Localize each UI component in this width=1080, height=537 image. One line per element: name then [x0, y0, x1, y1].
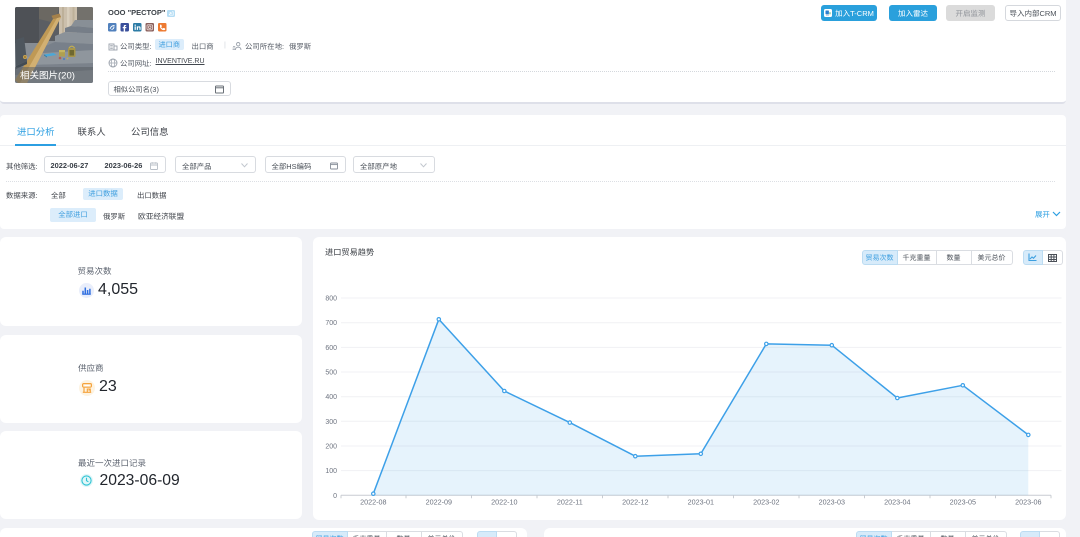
- svg-text:2022-09: 2022-09: [426, 498, 452, 507]
- svg-text:700: 700: [325, 320, 337, 327]
- svg-text:2023-03: 2023-03: [819, 498, 845, 507]
- svg-text:相关图片(20): 相关图片(20): [20, 68, 75, 82]
- svg-text:800: 800: [325, 296, 337, 303]
- svg-text:100: 100: [325, 468, 337, 475]
- svg-text:2023-01: 2023-01: [688, 498, 714, 507]
- svg-text:2022-08: 2022-08: [360, 498, 386, 507]
- svg-text:200: 200: [325, 444, 337, 451]
- svg-text:2023-02: 2023-02: [753, 498, 779, 507]
- svg-text:300: 300: [325, 419, 337, 426]
- svg-text:400: 400: [325, 394, 337, 401]
- svg-text:500: 500: [325, 370, 337, 377]
- svg-text:600: 600: [325, 345, 337, 352]
- svg-text:2022-12: 2022-12: [622, 498, 648, 507]
- svg-text:2022-11: 2022-11: [557, 498, 583, 507]
- svg-text:2022-10: 2022-10: [491, 498, 517, 507]
- svg-text:2023-04: 2023-04: [884, 498, 910, 507]
- svg-text:2023-06: 2023-06: [1015, 498, 1041, 507]
- svg-text:0: 0: [333, 493, 337, 500]
- svg-text:2023-05: 2023-05: [950, 498, 976, 507]
